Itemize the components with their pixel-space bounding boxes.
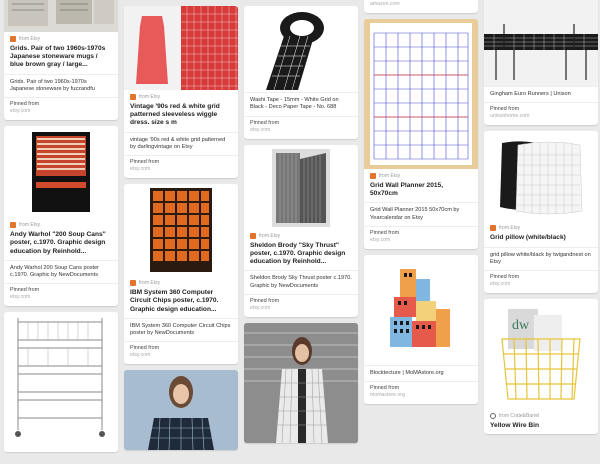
- pin-description: Washi Tape - 15mm - White Grid on Black …: [244, 92, 358, 116]
- etsy-icon: [370, 173, 376, 179]
- pin-image-tape[interactable]: [244, 6, 358, 92]
- pin-column-2: from Etsy Vintage '90s red & white grid …: [124, 0, 238, 456]
- pin-description: IBM System 360 Computer Circuit Chips po…: [124, 317, 238, 342]
- pin-card-planner[interactable]: from Etsy Grid Wall Planner 2015, 50x70c…: [364, 19, 478, 249]
- etsy-icon: [130, 94, 136, 100]
- pinned-from[interactable]: Pinned from etsy.com: [4, 283, 118, 306]
- mugs-image: [4, 0, 118, 32]
- pin-title[interactable]: IBM System 360 Computer Circuit Chips po…: [124, 287, 238, 318]
- pin-image-ibm[interactable]: [124, 184, 238, 277]
- pin-image-pillow[interactable]: [484, 131, 598, 222]
- pin-title[interactable]: Andy Warhol "200 Soup Cans" poster, c.19…: [4, 229, 118, 260]
- pin-title[interactable]: Vintage '90s red & white grid patterned …: [124, 101, 238, 132]
- pin-card-mugs[interactable]: from Etsy Grids. Pair of two 1960s-1970s…: [4, 0, 118, 121]
- etsy-icon: [10, 36, 16, 42]
- pinned-from[interactable]: Pinned from momastore.org: [364, 381, 478, 404]
- pinned-from[interactable]: Pinned from etsy.com: [364, 226, 478, 249]
- pin-description: grid pillow white/black by twigandnest o…: [484, 246, 598, 271]
- pin-card-blocktecture[interactable]: Blocktecture | MoMAstore.org Pinned from…: [364, 255, 478, 405]
- pin-image-runners[interactable]: [484, 0, 598, 86]
- warhol-poster-image: [32, 132, 90, 213]
- pin-card-wire-cart[interactable]: [4, 312, 118, 453]
- pinned-from[interactable]: Pinned from etsy.com: [484, 270, 598, 293]
- pin-card-pillow[interactable]: from Etsy Grid pillow (white/black) grid…: [484, 131, 598, 294]
- wall-planner-image: [364, 19, 478, 169]
- wire-cart-image: [15, 318, 105, 438]
- pin-column-5: Gingham Euro Runners | Unison Pinned fro…: [484, 0, 598, 440]
- etsy-icon: [490, 225, 496, 232]
- pin-card-runners[interactable]: Gingham Euro Runners | Unison Pinned fro…: [484, 0, 598, 126]
- pin-description: Grid Wall Planner 2015 50x70cm by Yearca…: [364, 202, 478, 226]
- pin-title[interactable]: Grid pillow (white/black): [484, 232, 598, 246]
- pin-image-grid-coat[interactable]: [244, 322, 358, 443]
- pin-image-dress[interactable]: [124, 6, 238, 90]
- pin-column-4: amazon.com from Etsy Grid Wall Planner 2…: [364, 0, 478, 410]
- pin-image-mugs[interactable]: [4, 0, 118, 32]
- pinned-from[interactable]: Pinned from unisonhome.com: [484, 102, 598, 125]
- pinned-from[interactable]: Pinned from etsy.com: [244, 293, 358, 317]
- pin-card-plaid-shirt[interactable]: [124, 370, 238, 451]
- etsy-icon: [250, 232, 256, 239]
- etsy-icon: [10, 222, 16, 229]
- pin-image-plaid-shirt[interactable]: [124, 370, 238, 451]
- pin-title[interactable]: Sheldon Brody "Sky Thrust" poster, c.197…: [244, 240, 358, 271]
- pin-source: from Etsy: [484, 221, 598, 232]
- pin-title[interactable]: Yellow Wire Bin: [484, 420, 598, 434]
- washi-tape-image: [266, 12, 324, 91]
- ibm-poster-image: [150, 188, 212, 273]
- pin-card-grid-coat[interactable]: [244, 322, 358, 443]
- pin-title[interactable]: Grid Wall Planner 2015, 50x70cm: [364, 180, 478, 202]
- pin-card-dress[interactable]: from Etsy Vintage '90s red & white grid …: [124, 6, 238, 179]
- pin-source: from Etsy: [4, 218, 118, 229]
- pin-description: Sheldon Brody Sky Thrust poster c.1970. …: [244, 270, 358, 294]
- brody-poster-image: [272, 148, 330, 227]
- pin-image-wire-cart[interactable]: [4, 312, 118, 453]
- pin-card-warhol[interactable]: from Etsy Andy Warhol "200 Soup Cans" po…: [4, 126, 118, 307]
- plaid-shirt-image: [124, 370, 238, 451]
- pin-image-blocktecture[interactable]: [364, 255, 478, 365]
- pinned-from[interactable]: Pinned from etsy.com: [124, 341, 238, 364]
- crate-and-barrel-icon: [490, 413, 496, 420]
- pin-column-1: from Etsy Grids. Pair of two 1960s-1970s…: [4, 0, 118, 458]
- pin-title[interactable]: Grids. Pair of two 1960s-1970s Japanese …: [4, 43, 118, 74]
- pinned-from[interactable]: amazon.com: [364, 0, 478, 13]
- pinned-from[interactable]: Pinned from etsy.com: [124, 155, 238, 178]
- pinned-from[interactable]: Pinned from etsy.com: [4, 97, 118, 120]
- pin-card-brody[interactable]: from Etsy Sheldon Brody "Sky Thrust" pos…: [244, 144, 358, 317]
- pin-source: from Etsy: [244, 229, 358, 240]
- pin-image-planner[interactable]: [364, 19, 478, 169]
- grid-coat-image: [244, 322, 358, 443]
- pin-source: from Etsy: [124, 276, 238, 287]
- pin-column-3: Washi Tape - 15mm - White Grid on Black …: [244, 0, 358, 449]
- grid-pillow-image: [500, 141, 583, 216]
- table-runners-image: [484, 0, 598, 86]
- pin-card-ibm[interactable]: from Etsy IBM System 360 Computer Circui…: [124, 184, 238, 365]
- blocktecture-image: [390, 269, 450, 347]
- pin-card-amazon-top[interactable]: amazon.com: [364, 0, 478, 13]
- pin-description: Gingham Euro Runners | Unison: [484, 86, 598, 102]
- pin-card-tape[interactable]: Washi Tape - 15mm - White Grid on Black …: [244, 6, 358, 139]
- pin-image-brody[interactable]: [244, 144, 358, 229]
- pin-source: from Crate&Barrel: [484, 409, 598, 420]
- pin-description: vintage '90s red & white grid patterned …: [124, 131, 238, 156]
- yellow-wire-bin-image: dw: [501, 309, 581, 400]
- svg-text:dw: dw: [512, 318, 530, 333]
- pin-description: Grids. Pair of two 1960s-1970s Japanese …: [4, 73, 118, 98]
- pin-description: Andy Warhol 200 Soup Cans poster c.1970.…: [4, 259, 118, 284]
- pin-source: from Etsy: [124, 90, 238, 101]
- pinned-from[interactable]: Pinned from etsy.com: [244, 115, 358, 139]
- pin-card-wirebin[interactable]: dw from Crate&Barrel Yellow Wire Bin: [484, 299, 598, 435]
- etsy-icon: [130, 280, 136, 287]
- pin-source: from Etsy: [364, 169, 478, 180]
- dress-image: [124, 6, 238, 90]
- pin-source: from Etsy: [4, 32, 118, 43]
- pin-description: Blocktecture | MoMAstore.org: [364, 365, 478, 381]
- pin-image-warhol[interactable]: [4, 126, 118, 219]
- pin-image-wirebin[interactable]: dw: [484, 299, 598, 410]
